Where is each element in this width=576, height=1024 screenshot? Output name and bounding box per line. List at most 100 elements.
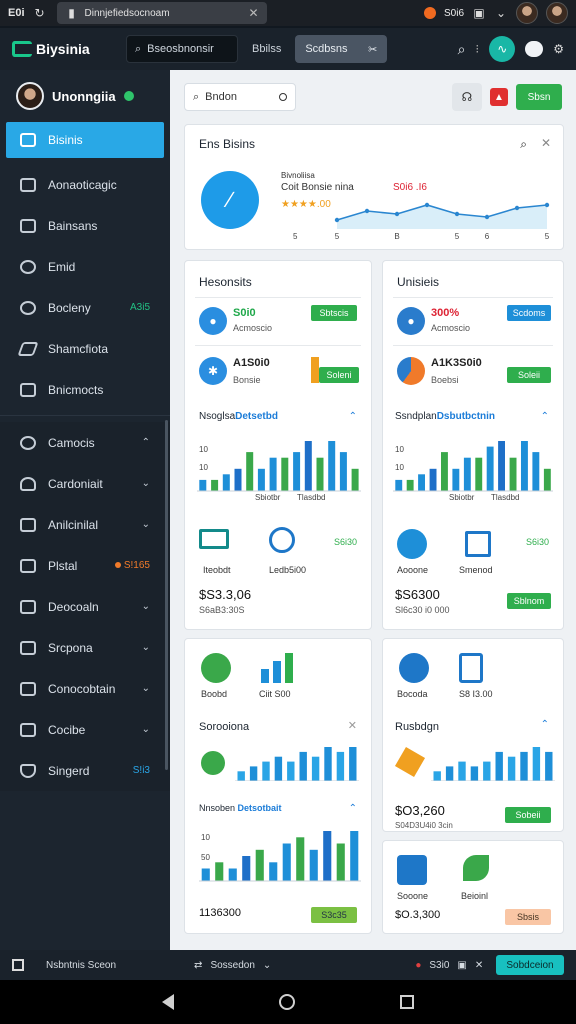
sidebar-item-srcpona[interactable]: Srcpona ⌄ (0, 627, 170, 668)
shield-icon (20, 763, 36, 778)
chevron-down-icon[interactable]: ⌄ (142, 724, 150, 735)
chevron-up-icon[interactable]: ⌃ (142, 437, 150, 448)
section-title: Nnsoben Detsotbait (199, 803, 282, 813)
close-icon[interactable]: ✕ (541, 136, 551, 150)
recents-icon[interactable] (399, 995, 414, 1009)
window-icon[interactable]: ▣ (457, 960, 466, 971)
kpi-tag[interactable]: Sbtscis (311, 305, 357, 321)
notification-icon[interactable] (423, 7, 436, 19)
search-input[interactable]: ⌕ Bndon (184, 83, 296, 111)
sidebar-item-cocibe[interactable]: Cocibe ⌄ (0, 709, 170, 750)
chevron-down-icon[interactable]: ⌄ (142, 683, 150, 694)
amount-tag[interactable]: Sobeii (505, 807, 551, 823)
x-tick-label: B (394, 232, 399, 241)
amount-tag[interactable]: S3c35 (311, 907, 357, 923)
chevron-up-icon[interactable]: ⌃ (349, 411, 357, 422)
filter-icon[interactable] (279, 93, 287, 101)
more-icon[interactable]: ⁝ (475, 42, 479, 56)
toolbar: ⌕ Bndon ☊ ▲ Sbsn (184, 82, 562, 112)
chevron-up-icon[interactable]: ⌃ (349, 803, 357, 814)
panel-icon[interactable] (12, 959, 24, 971)
kpi-tag[interactable]: Scdoms (507, 305, 551, 321)
chart-bar (215, 862, 224, 882)
kpi-icon: ● (199, 307, 227, 335)
reload-icon[interactable]: ↻ (33, 6, 47, 20)
header-pill-button[interactable]: Scdbsns ✂ (295, 35, 388, 63)
status-time: E0i (8, 7, 25, 19)
chevron-down-icon[interactable]: ⌄ (142, 601, 150, 612)
sidebar-scrollbar[interactable] (165, 420, 168, 770)
sidebar-item-deocoaln[interactable]: Deocoaln ⌄ (0, 586, 170, 627)
chevron-up-icon[interactable]: ⌃ (541, 719, 549, 730)
avatar-secondary[interactable] (546, 2, 568, 24)
sidebar-item-emid[interactable]: Emid (0, 246, 170, 287)
close-icon[interactable]: ✕ (475, 960, 483, 971)
sidebar-item-singerd[interactable]: Singerd S!i3 (0, 750, 170, 791)
sidebar-item-label: Conocobtain (48, 681, 116, 696)
sidebar-item-camocis[interactable]: Camocis ⌃ (0, 422, 170, 463)
overview-card: Ens Bisins ⌕ ✕ ∕ Bivnoliisa Coit Bonsie … (184, 124, 564, 250)
kpi-tag[interactable]: Soleni (319, 367, 359, 383)
lower-right-chart (431, 747, 555, 781)
sidebar-item-bisinis[interactable]: Bisinis (6, 122, 164, 158)
close-icon[interactable]: ✕ (348, 719, 357, 732)
chat-icon[interactable] (525, 41, 544, 57)
app-logo[interactable]: Biysinia (12, 41, 116, 57)
clear-url-icon[interactable]: ✕ (248, 6, 258, 20)
sidebar-item-plstal[interactable]: Plstal S!165 (0, 545, 170, 586)
chevron-down-icon[interactable]: ⌄ (142, 519, 150, 530)
url-bar[interactable]: ▮ Dinnjefiedsocnoam ✕ (56, 2, 267, 24)
sidebar-item-badge-text: S!165 (123, 560, 150, 571)
sidebar-item-conocobtain[interactable]: Conocobtain ⌄ (0, 668, 170, 709)
chart-bar (470, 766, 479, 781)
amount-tag[interactable]: Sblnom (507, 593, 551, 609)
tab-switch-icon[interactable]: ▣ (472, 6, 486, 20)
leaf-icon (463, 855, 489, 881)
chevron-up-icon[interactable]: ⌃ (541, 411, 549, 422)
bottom-mid-label[interactable]: Sossedon (210, 960, 254, 971)
alert-icon: ▲ (494, 91, 504, 103)
chart-badge-icon (399, 653, 429, 683)
amount-tag[interactable]: Sbsis (505, 909, 551, 925)
app-name: Biysinia (36, 41, 90, 57)
bottom-left-label: Nsbntnis Sceon (46, 959, 117, 971)
header-search-input[interactable]: ⌕ Bseosbnonsir (126, 35, 238, 63)
action-button[interactable]: Sbsn (516, 84, 562, 110)
calculator-icon (397, 855, 427, 885)
chart-bar (495, 751, 503, 781)
search-icon[interactable]: ⌕ (520, 137, 527, 152)
search-icon[interactable]: ⌕ (458, 41, 466, 58)
sidebar-item-label: Camocis (48, 435, 95, 450)
sidebar-item-shamcfiota[interactable]: Shamcfiota (0, 328, 170, 369)
dropdown-icon[interactable]: ⌄ (494, 6, 508, 20)
chevron-down-icon[interactable]: ⌄ (142, 642, 150, 653)
bottom-action-button[interactable]: Sobdceion (496, 955, 564, 975)
sidebar-item-anilcinilal[interactable]: Anilcinilal ⌄ (0, 504, 170, 545)
home-icon[interactable] (278, 994, 295, 1010)
leaf-icon (201, 653, 231, 683)
support-button[interactable]: ☊ (452, 83, 482, 111)
right-chart-layer (393, 441, 553, 492)
alert-button[interactable]: ▲ (490, 88, 508, 106)
header-tab[interactable]: Bbilss (248, 43, 285, 55)
kpi-tag[interactable]: Soleii (507, 367, 551, 383)
avatar[interactable] (516, 2, 538, 24)
sidebar-item-bainsans[interactable]: Bainsans (0, 205, 170, 246)
icon-label: Smenod (459, 565, 493, 575)
sync-icon[interactable]: ⇄ (194, 960, 202, 971)
activity-icon[interactable]: ∿ (489, 36, 516, 62)
chevron-down-icon[interactable]: ⌄ (142, 478, 150, 489)
chart-bar (395, 479, 403, 491)
sidebar-item-analytics[interactable]: Aonaoticagic (0, 164, 170, 205)
sidebar-item-cardoniait[interactable]: Cardoniait ⌄ (0, 463, 170, 504)
kpi-sub: Acmoscio (431, 323, 471, 333)
sidebar-item-bnicmocts[interactable]: Bnicmocts (0, 369, 170, 410)
sidebar-item-label: Cardoniait (48, 476, 103, 491)
chevron-down-icon[interactable]: ⌄ (263, 960, 271, 971)
settings-icon[interactable]: ⚙ (553, 42, 564, 56)
sidebar-item-bocleny[interactable]: Bocleny A3i5 (0, 287, 170, 328)
user-profile[interactable]: Unonngiia (0, 70, 170, 122)
back-icon[interactable] (162, 994, 175, 1010)
right-metrics-card: Unisieis ● 300% Acmoscio Scdoms A1K3S0i0… (382, 260, 564, 630)
alert-icon: ● (415, 959, 422, 971)
